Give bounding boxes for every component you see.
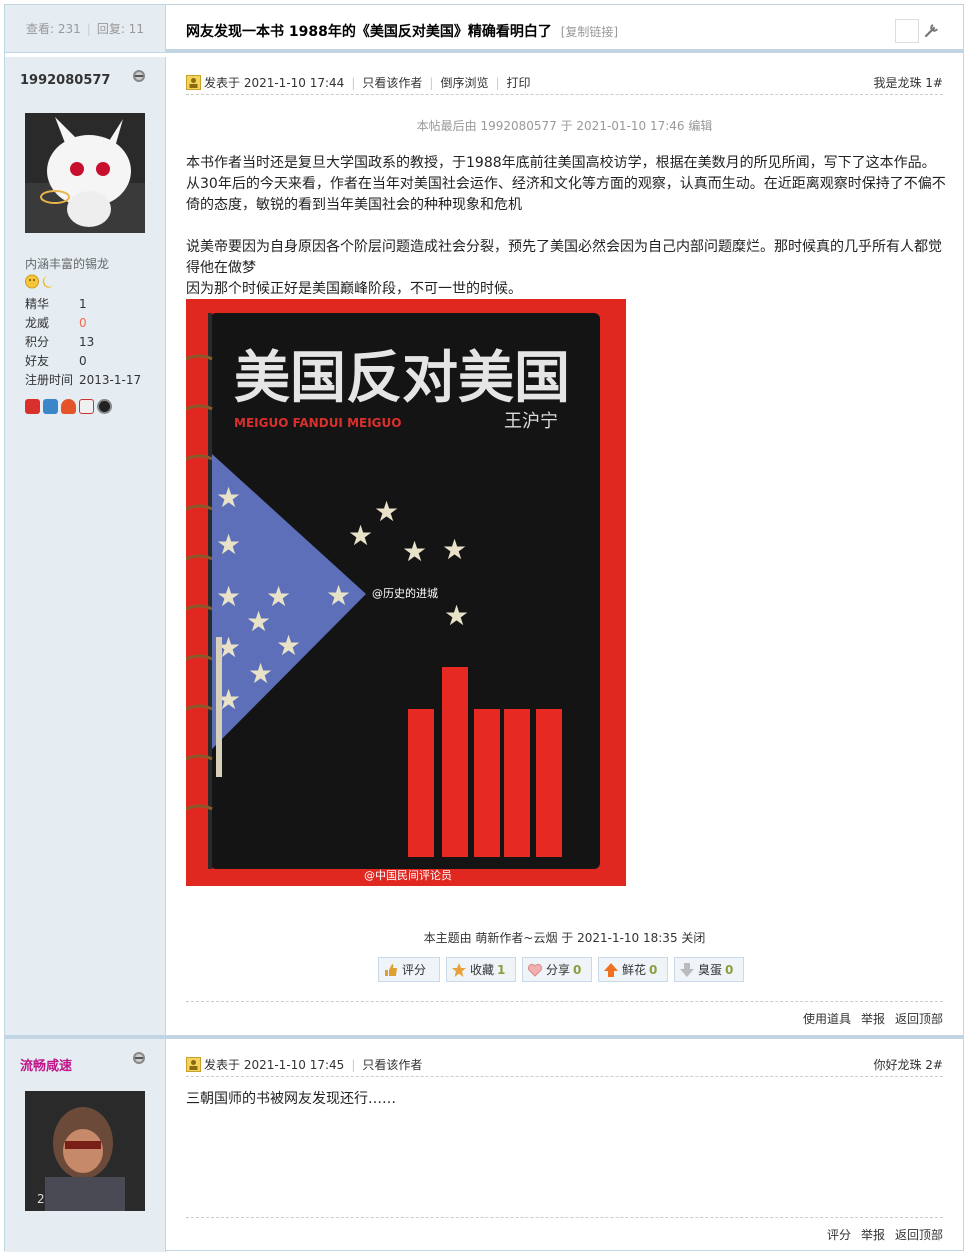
post-footer: 评分 举报 返回顶部 xyxy=(186,1217,943,1251)
svg-text:★: ★ xyxy=(374,495,399,528)
post-time: 发表于 2021-1-10 17:44 xyxy=(204,76,345,90)
svg-text:★: ★ xyxy=(442,533,467,566)
book-title-text: 美国反对美国 xyxy=(234,346,570,411)
svg-text:★: ★ xyxy=(444,599,469,632)
post2-author-panel: 流畅咸速 2 xyxy=(5,1039,166,1252)
report-link[interactable]: 举报 xyxy=(861,1010,885,1027)
avatar-image: 2 xyxy=(25,1091,145,1211)
post-meta: 发表于 2021-1-10 17:44 | 只看该作者 | 倒序浏览 | 打印 … xyxy=(186,71,943,95)
medal-icon[interactable] xyxy=(79,399,94,414)
print-link[interactable]: 打印 xyxy=(507,74,531,91)
author-online-icon xyxy=(186,75,201,90)
header-checkbox[interactable] xyxy=(895,19,919,43)
author-name[interactable]: 1992080577 xyxy=(20,73,110,88)
reverse-order-link[interactable]: 倒序浏览 xyxy=(440,74,488,91)
views-count: 查看: 231 xyxy=(26,22,81,36)
avatar[interactable] xyxy=(25,113,145,233)
medal-icon[interactable] xyxy=(97,399,112,414)
arrow-down-icon xyxy=(680,962,694,977)
copy-link-button[interactable]: [复制链接] xyxy=(561,25,618,39)
post2-content: 发表于 2021-1-10 17:45 | 只看该作者 你好龙珠 2# 三朝国师… xyxy=(166,1039,963,1252)
rating-toolbar: 评分 收藏 1 分享 0 鲜花 0 臭蛋 0 xyxy=(378,957,744,982)
post-paragraph: 因为那个时候正好是美国巅峰阶段，不可一世的时候。 xyxy=(186,281,522,297)
post1-content: 发表于 2021-1-10 17:44 | 只看该作者 | 倒序浏览 | 打印 … xyxy=(166,57,963,1035)
svg-text:★: ★ xyxy=(402,535,427,568)
post-footer: 使用道具 举报 返回顶部 xyxy=(186,1001,943,1035)
stat-row-register-date: 注册时间 2013-1-17 xyxy=(25,373,142,387)
share-button[interactable]: 分享 0 xyxy=(522,957,592,982)
back-to-top-link[interactable]: 返回顶部 xyxy=(895,1010,943,1027)
svg-text:★: ★ xyxy=(348,519,373,552)
thread-header: 网友发现一本书 1988年的《美国反对美国》精确看明白了 [复制链接] xyxy=(166,5,963,53)
stat-row-dragon-power: 龙威 0 xyxy=(25,316,87,330)
thread-stats: 查看: 231 | 回复: 11 xyxy=(5,5,166,53)
stat-row-friends: 好友 0 xyxy=(25,354,87,368)
stat-row-points: 积分 13 xyxy=(25,335,95,349)
online-status-icon xyxy=(133,1052,145,1064)
author-online-icon xyxy=(186,1057,201,1072)
author-stats: 精华 1 龙威 0 积分 13 好友 0 注册时间 2013-1-17 xyxy=(25,295,141,390)
book-author-text: 王沪宁 xyxy=(504,411,558,432)
heart-icon xyxy=(527,963,543,977)
medal-icon[interactable] xyxy=(25,399,40,414)
medal-list xyxy=(25,399,112,414)
rank-level-icon xyxy=(25,274,59,293)
medal-icon[interactable] xyxy=(61,399,76,414)
star-icon xyxy=(452,962,466,977)
svg-text:★: ★ xyxy=(326,579,351,612)
avatar-image xyxy=(25,113,145,233)
post-paragraph: 本书作者当时还是复旦大学国政系的教授，于1988年底前往美国高校访学，根据在美数… xyxy=(186,155,946,213)
avatar-badge: 2 xyxy=(37,1192,45,1206)
watermark-2: @中国民间评论员 xyxy=(364,868,452,882)
watermark-1: @历史的进城 xyxy=(372,586,438,600)
medal-icon[interactable] xyxy=(43,399,58,414)
post-body: 三朝国师的书被网友发现还行…… xyxy=(186,1091,396,1107)
post1-author-panel: 1992080577 内涵丰富的锡龙 精华 1 龙威 0 积分 13 好友 0 … xyxy=(5,57,166,1035)
only-author-link[interactable]: 只看该作者 xyxy=(362,1056,422,1073)
book-cover-image[interactable]: 美国反对美国 MEIGUO FANDUI MEIGUO 王沪宁 ★ ★ ★ ★ ★ ★… xyxy=(186,299,626,886)
report-link[interactable]: 举报 xyxy=(861,1226,885,1243)
back-to-top-link[interactable]: 返回顶部 xyxy=(895,1226,943,1243)
only-author-link[interactable]: 只看该作者 xyxy=(362,74,422,91)
thumb-icon xyxy=(385,963,397,976)
wrench-icon[interactable] xyxy=(923,21,941,39)
avatar[interactable]: 2 xyxy=(25,1091,145,1211)
edit-notice: 本帖最后由 1992080577 于 2021-01-10 17:46 编辑 xyxy=(416,119,713,133)
favorite-button[interactable]: 收藏 1 xyxy=(446,957,516,982)
post-meta: 发表于 2021-1-10 17:45 | 只看该作者 你好龙珠 2# xyxy=(186,1053,943,1077)
floor-number[interactable]: 我是龙珠 1# xyxy=(873,74,943,91)
svg-text:★: ★ xyxy=(248,657,273,690)
thread-closed-notice: 本主题由 萌新作者~云烟 于 2021-1-10 18:35 关闭 xyxy=(423,931,706,945)
rate-link[interactable]: 评分 xyxy=(827,1226,851,1243)
rate-button[interactable]: 评分 xyxy=(378,957,440,982)
flower-button[interactable]: 鲜花 0 xyxy=(598,957,668,982)
arrow-up-icon xyxy=(604,962,618,977)
floor-number[interactable]: 你好龙珠 2# xyxy=(873,1056,943,1073)
replies-count: 回复: 11 xyxy=(96,22,144,36)
stat-row-digest: 精华 1 xyxy=(25,297,87,311)
rank-title: 内涵丰富的锡龙 xyxy=(25,257,110,271)
post-paragraph: 说美帝要因为自身原因各个阶层问题造成社会分裂，预先了美国必然会因为自己内部问题糜… xyxy=(186,239,942,276)
rotten-egg-button[interactable]: 臭蛋 0 xyxy=(674,957,744,982)
use-tool-link[interactable]: 使用道具 xyxy=(803,1010,851,1027)
svg-text:★: ★ xyxy=(276,629,301,662)
post-time: 发表于 2021-1-10 17:45 xyxy=(204,1058,345,1072)
online-status-icon xyxy=(133,70,145,82)
svg-text:★: ★ xyxy=(216,528,241,561)
book-pinyin-text: MEIGUO FANDUI MEIGUO xyxy=(234,416,401,430)
svg-text:★: ★ xyxy=(216,580,241,613)
thread-title: 网友发现一本书 1988年的《美国反对美国》精确看明白了 [复制链接] xyxy=(186,21,618,41)
svg-text:★: ★ xyxy=(216,481,241,514)
thread-title-text: 网友发现一本书 1988年的《美国反对美国》精确看明白了 xyxy=(186,24,552,40)
author-name[interactable]: 流畅咸速 xyxy=(20,1055,72,1074)
svg-text:★: ★ xyxy=(246,605,271,638)
